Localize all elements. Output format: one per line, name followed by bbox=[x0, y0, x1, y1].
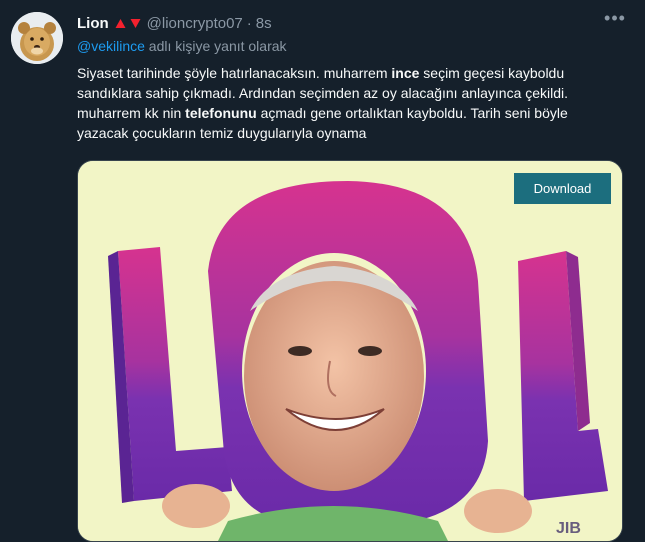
avatar[interactable] bbox=[11, 12, 63, 64]
down-triangle-icon bbox=[130, 18, 141, 28]
separator-dot: · bbox=[246, 14, 252, 32]
download-button[interactable]: Download bbox=[514, 173, 611, 204]
author-name[interactable]: Lion bbox=[77, 15, 109, 32]
tweet-text-part: Siyaset tarihinde şöyle hatırlanacaksın.… bbox=[77, 65, 392, 81]
reply-context: @vekilince adlı kişiye yanıt olarak bbox=[77, 38, 287, 54]
more-horizontal-icon: ••• bbox=[604, 8, 626, 28]
more-options-button[interactable]: ••• bbox=[603, 9, 627, 32]
up-triangle-icon bbox=[115, 18, 126, 28]
watermark: JIB bbox=[556, 520, 581, 537]
tweet-media-image[interactable]: JIB Download bbox=[77, 160, 623, 542]
tweet: Lion @lioncrypto07 · 8s ••• @vekilince a… bbox=[0, 0, 645, 542]
author-handle[interactable]: @lioncrypto07 bbox=[147, 15, 243, 32]
lol-meme-image: JIB bbox=[78, 161, 622, 541]
tweet-text-bold: ince bbox=[391, 65, 420, 81]
lion-cub-avatar-icon bbox=[11, 12, 63, 64]
reply-mention-link[interactable]: @vekilince bbox=[77, 38, 145, 54]
tweet-text: Siyaset tarihinde şöyle hatırlanacaksın.… bbox=[77, 63, 622, 143]
tweet-header: Lion @lioncrypto07 · 8s bbox=[77, 13, 617, 33]
timestamp[interactable]: 8s bbox=[256, 15, 272, 32]
tweet-text-bold: telefonunu bbox=[185, 105, 257, 121]
reply-suffix: adlı kişiye yanıt olarak bbox=[144, 38, 287, 54]
